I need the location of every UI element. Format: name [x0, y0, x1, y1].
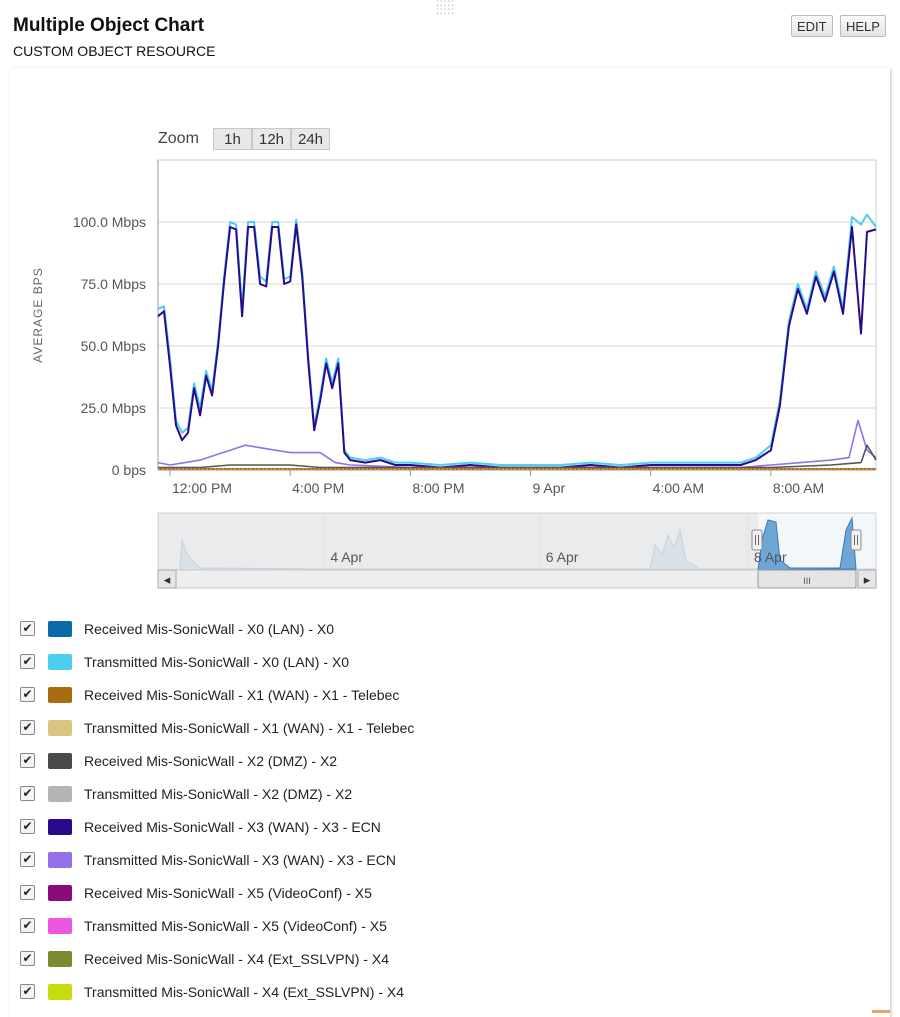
legend-color-swatch [48, 785, 72, 802]
resize-corner[interactable] [872, 1010, 890, 1013]
legend-checkbox[interactable]: ✔ [20, 984, 35, 999]
legend-color-swatch [48, 752, 72, 769]
legend-item[interactable]: ✔ Transmitted Mis-SonicWall - X5 (VideoCo… [20, 909, 620, 942]
legend-item[interactable]: ✔ Transmitted Mis-SonicWall - X2 (DMZ) - … [20, 777, 620, 810]
navigator-date-label: 6 Apr [546, 549, 579, 565]
chevron-right-icon: ▸ [864, 572, 871, 587]
legend-checkbox[interactable]: ✔ [20, 951, 35, 966]
y-tick-label: 50.0 Mbps [81, 338, 146, 354]
legend-label: Transmitted Mis-SonicWall - X0 (LAN) - X… [84, 653, 350, 670]
navigator-left-handle[interactable] [751, 529, 763, 551]
navigator-date-label: 4 Apr [330, 549, 363, 565]
plot-area: 0 bps 25.0 Mbps 50.0 Mbps 75.0 Mbps 100.0 Mb… [31, 159, 877, 496]
legend-color-swatch [48, 818, 72, 835]
legend-item[interactable]: ✔ Transmitted Mis-SonicWall - X4 (Ext_SSL… [20, 975, 620, 1008]
x-tick-label: 4:00 AM [653, 480, 704, 496]
x-tick-label: 8:00 AM [773, 480, 824, 496]
navigator-date-label: 8 Apr [754, 549, 787, 565]
legend-checkbox[interactable]: ✔ [20, 687, 35, 702]
y-axis-title: AVERAGE BPS [31, 267, 45, 362]
legend-item[interactable]: ✔ Received Mis-SonicWall - X1 (WAN) - X1 … [20, 678, 620, 711]
legend-checkbox[interactable]: ✔ [20, 852, 35, 867]
legend-item[interactable]: ✔ Transmitted Mis-SonicWall - X1 (WAN) - … [20, 711, 620, 744]
legend-color-swatch [48, 884, 72, 901]
legend-color-swatch [48, 653, 72, 670]
legend-color-swatch [48, 983, 72, 1000]
plot-background [157, 159, 877, 471]
legend-label: Received Mis-SonicWall - X2 (DMZ) - X2 [84, 752, 338, 769]
legend-label: Received Mis-SonicWall - X1 (WAN) - X1 -… [84, 686, 400, 703]
legend-checkbox[interactable]: ✔ [20, 753, 35, 768]
legend-checkbox[interactable]: ✔ [20, 654, 35, 669]
legend-color-swatch [48, 686, 72, 703]
y-tick-label: 75.0 Mbps [81, 276, 146, 292]
x-tick-label: 9 Apr [533, 480, 566, 496]
x-tick-label: 12:00 PM [172, 480, 232, 496]
navigator: 4 Apr 6 Apr 8 Apr ◂ III ▸ [157, 512, 877, 589]
y-tick-label: 25.0 Mbps [81, 400, 146, 416]
legend-checkbox[interactable]: ✔ [20, 720, 35, 735]
chevron-left-icon: ◂ [164, 572, 171, 587]
legend-color-swatch [48, 719, 72, 736]
legend-color-swatch [48, 620, 72, 637]
legend-label: Transmitted Mis-SonicWall - X2 (DMZ) - X… [84, 785, 353, 802]
legend-item[interactable]: ✔ Received Mis-SonicWall - X0 (LAN) - X0 [20, 612, 620, 645]
legend-item[interactable]: ✔ Transmitted Mis-SonicWall - X3 (WAN) - … [20, 843, 620, 876]
legend-label: Received Mis-SonicWall - X3 (WAN) - X3 -… [84, 818, 381, 835]
legend-item[interactable]: ✔ Received Mis-SonicWall - X5 (VideoConf)… [20, 876, 620, 909]
legend-checkbox[interactable]: ✔ [20, 621, 35, 636]
legend-checkbox[interactable]: ✔ [20, 918, 35, 933]
legend-label: Transmitted Mis-SonicWall - X1 (WAN) - X… [84, 719, 415, 736]
legend-label: Received Mis-SonicWall - X4 (Ext_SSLVPN)… [84, 950, 389, 967]
y-tick-label: 0 bps [112, 462, 146, 478]
y-tick-label: 100.0 Mbps [73, 214, 146, 230]
legend-checkbox[interactable]: ✔ [20, 786, 35, 801]
legend-label: Received Mis-SonicWall - X0 (LAN) - X0 [84, 620, 334, 637]
navigator-mask [158, 513, 758, 570]
legend-item[interactable]: ✔ Received Mis-SonicWall - X2 (DMZ) - X2 [20, 744, 620, 777]
navigator-right-handle[interactable] [850, 529, 862, 551]
legend-label: Transmitted Mis-SonicWall - X4 (Ext_SSLV… [84, 983, 405, 1000]
legend-item[interactable]: ✔ Received Mis-SonicWall - X3 (WAN) - X3 … [20, 810, 620, 843]
legend-color-swatch [48, 950, 72, 967]
legend-label: Transmitted Mis-SonicWall - X3 (WAN) - X… [84, 851, 396, 868]
legend-checkbox[interactable]: ✔ [20, 819, 35, 834]
legend-label: Received Mis-SonicWall - X5 (VideoConf) … [84, 884, 372, 901]
x-tick-label: 8:00 PM [412, 480, 464, 496]
legend-color-swatch [48, 851, 72, 868]
legend-item[interactable]: ✔ Received Mis-SonicWall - X4 (Ext_SSLVPN… [20, 942, 620, 975]
legend-color-swatch [48, 917, 72, 934]
x-tick-label: 4:00 PM [292, 480, 344, 496]
scrollbar-grip-icon: III [803, 576, 811, 586]
legend-label: Transmitted Mis-SonicWall - X5 (VideoCon… [84, 917, 387, 934]
legend-item[interactable]: ✔ Transmitted Mis-SonicWall - X0 (LAN) - … [20, 645, 620, 678]
legend-checkbox[interactable]: ✔ [20, 885, 35, 900]
